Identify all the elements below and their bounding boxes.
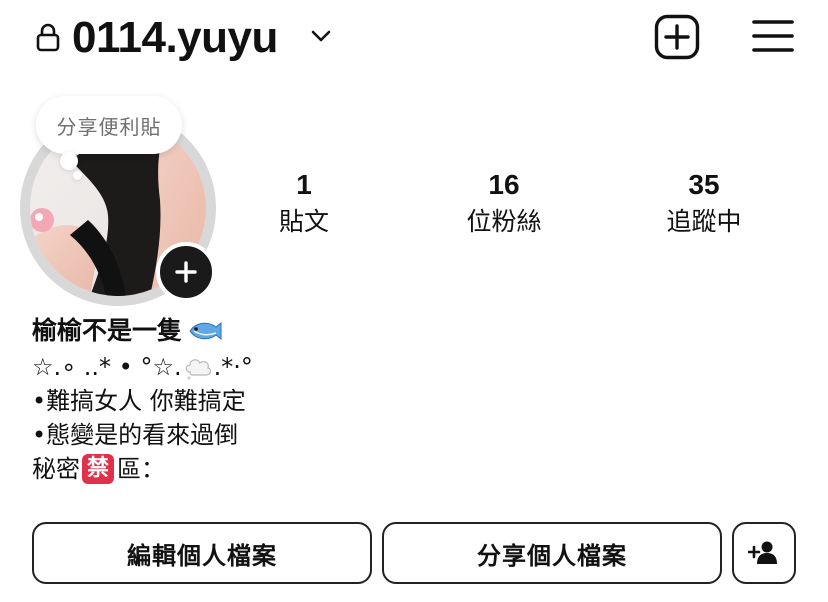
discover-people-button[interactable]	[732, 522, 796, 584]
lock-icon	[36, 23, 60, 52]
note-bubble-tail	[60, 152, 78, 170]
hamburger-menu-icon[interactable]	[752, 18, 794, 54]
bio: 榆榆不是一隻 ☆.∘ ..* • °☆. .*·° •難搞女人 你難搞定 •態變…	[32, 312, 792, 486]
profile-header: 0114.yuyu	[0, 0, 828, 80]
bio-line-3: •態變是的看來過倒	[32, 421, 239, 449]
bio-line-1-end: .*·°	[213, 353, 253, 381]
followers-count: 16	[488, 169, 520, 200]
following-label: 追蹤中	[666, 207, 742, 236]
username[interactable]: 0114.yuyu	[72, 12, 278, 64]
add-square-icon[interactable]	[654, 14, 700, 60]
add-story-button[interactable]	[156, 242, 216, 302]
plus-icon	[175, 261, 197, 283]
following-count: 35	[688, 169, 720, 200]
followers-stat[interactable]: 16 位粉絲	[434, 168, 574, 240]
bio-line-1: ☆.∘ ..* • °☆. .*·°	[32, 350, 792, 384]
posts-label: 貼文	[278, 207, 329, 236]
add-person-icon	[748, 541, 777, 564]
posts-stat[interactable]: 1 貼文	[234, 168, 374, 240]
share-profile-button[interactable]: 分享個人檔案	[382, 522, 722, 584]
edit-profile-button[interactable]: 編輯個人檔案	[32, 522, 372, 584]
bio-line-4-end: 區：	[117, 455, 165, 483]
bio-line-2: •難搞女人 你難搞定	[32, 387, 246, 415]
posts-count: 1	[296, 169, 312, 200]
display-name-row: 榆榆不是一隻	[32, 312, 792, 350]
followers-label: 位粉絲	[466, 207, 542, 236]
cloud-icon	[185, 359, 211, 380]
display-name: 榆榆不是一隻	[32, 316, 183, 345]
forbidden-icon: 禁	[82, 454, 114, 484]
following-stat[interactable]: 35 追蹤中	[634, 168, 774, 240]
chevron-down-icon[interactable]	[310, 28, 332, 44]
fish-icon	[189, 321, 222, 341]
bio-line-1-start: ☆.∘ ..* • °☆.	[32, 353, 182, 381]
note-bubble-tail-dot	[73, 171, 82, 180]
note-bubble[interactable]: 分享便利貼	[36, 96, 182, 154]
bio-line-4-start: 秘密	[32, 455, 80, 483]
note-text: 分享便利貼	[56, 114, 162, 139]
bio-line-4: 秘密 禁 區：	[32, 452, 792, 486]
